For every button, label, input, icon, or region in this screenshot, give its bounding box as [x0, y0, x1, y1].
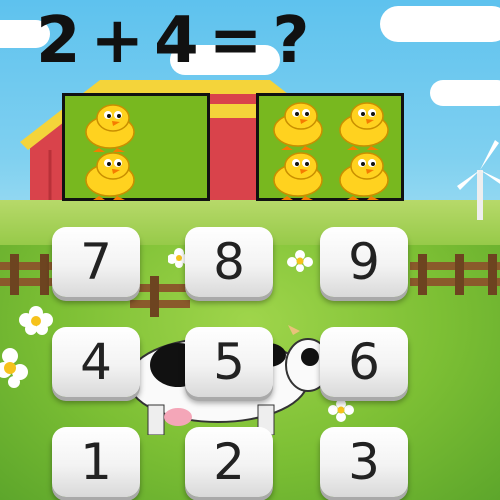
equation-title: 2 + 4 = ?	[36, 0, 309, 82]
counting-panel-left	[62, 93, 210, 201]
answer-key-5[interactable]: 5	[185, 327, 273, 397]
answer-key-4[interactable]: 4	[52, 327, 140, 397]
answer-key-label: 3	[348, 433, 380, 491]
answer-key-label: 9	[348, 233, 380, 291]
flower-icon	[0, 348, 28, 388]
windmill-icon	[457, 140, 500, 220]
answer-key-3[interactable]: 3	[320, 427, 408, 497]
answer-key-label: 5	[213, 333, 245, 391]
chick-icon	[331, 150, 397, 200]
game-scene: 2 + 4 = ? 7 8 9 4 5 6 1 2 3	[0, 0, 500, 500]
chick-icon	[331, 100, 397, 150]
answer-key-1[interactable]: 1	[52, 427, 140, 497]
answer-key-2[interactable]: 2	[185, 427, 273, 497]
answer-key-label: 7	[80, 233, 112, 291]
chick-icon	[265, 100, 331, 150]
answer-key-label: 2	[213, 433, 245, 491]
counting-panel-right	[256, 93, 404, 201]
chick-icon	[265, 150, 331, 200]
flower-icon	[287, 250, 313, 272]
chick-icon	[77, 102, 143, 152]
answer-key-8[interactable]: 8	[185, 227, 273, 297]
fence-right	[410, 254, 500, 295]
cloud	[380, 6, 500, 42]
answer-key-9[interactable]: 9	[320, 227, 408, 297]
equation-left-operand: 2	[36, 4, 81, 78]
flower-icon	[19, 306, 53, 335]
chick-icon	[77, 150, 143, 200]
answer-key-label: 8	[213, 233, 245, 291]
cloud	[430, 80, 500, 106]
equation-operator: +	[90, 4, 145, 78]
equation-unknown: ?	[272, 4, 310, 78]
answer-key-label: 1	[80, 433, 112, 491]
answer-key-6[interactable]: 6	[320, 327, 408, 397]
equation-equals-sign: =	[208, 4, 263, 78]
equation-right-operand: 4	[154, 4, 199, 78]
answer-key-7[interactable]: 7	[52, 227, 140, 297]
answer-key-label: 6	[348, 333, 380, 391]
answer-key-label: 4	[80, 333, 112, 391]
fence-left	[0, 254, 60, 295]
